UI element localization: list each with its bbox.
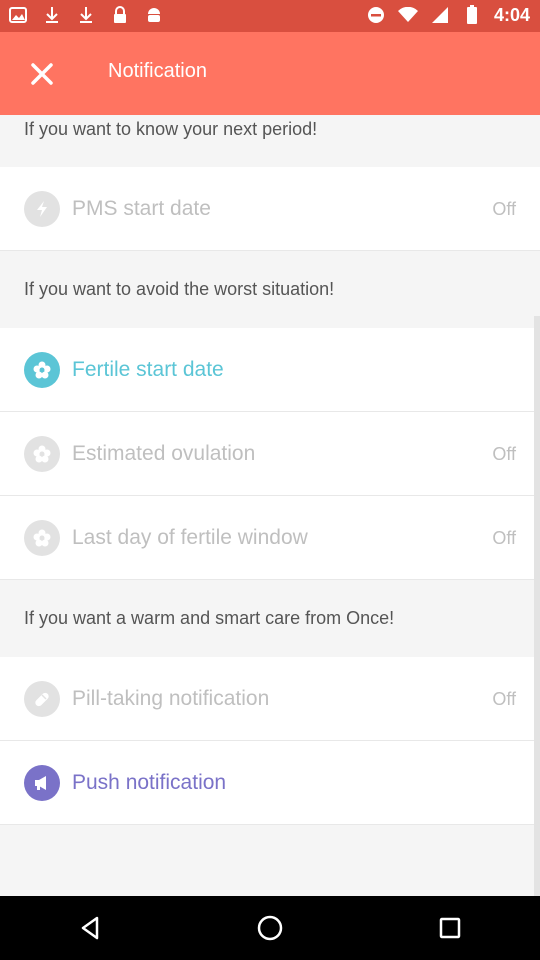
scrollbar[interactable]: [534, 316, 540, 896]
android-icon: [144, 4, 164, 26]
row-pill-taking-notification[interactable]: Pill-taking notification Off: [0, 657, 540, 741]
signal-icon: [430, 4, 450, 26]
do-not-disturb-icon: [366, 4, 386, 26]
section-header: If you want a warm and smart care from O…: [0, 580, 540, 657]
row-label: PMS start date: [72, 197, 211, 220]
close-icon: [31, 63, 53, 85]
row-state[interactable]: Off: [492, 496, 516, 580]
home-button[interactable]: [240, 898, 300, 958]
flower-icon: [24, 436, 60, 472]
row-pms-start-date[interactable]: PMS start date Off: [0, 167, 540, 251]
recents-icon: [439, 917, 461, 939]
flower-icon: [24, 520, 60, 556]
row-label: Push notification: [72, 771, 227, 794]
status-right-icons: 4:04: [366, 4, 530, 26]
row-push-notification[interactable]: Push notification: [0, 741, 540, 825]
back-icon: [81, 916, 99, 940]
section-header: If you want to avoid the worst situation…: [0, 251, 540, 328]
status-left-icons: [8, 4, 164, 26]
row-label: Pill-taking notification: [72, 687, 270, 710]
row-label: Last day of fertile window: [72, 526, 308, 549]
pill-icon: [24, 681, 60, 717]
navigation-bar: [0, 896, 540, 960]
row-last-day-of-fertile-window[interactable]: Last day of fertile window Off: [0, 496, 540, 580]
notification-settings-list[interactable]: If you want to know your next period! PM…: [0, 115, 540, 896]
status-bar: 4:04: [0, 0, 540, 32]
wifi-icon: [397, 4, 418, 26]
row-label: Fertile start date: [72, 358, 224, 381]
page-title: Notification: [108, 60, 207, 82]
flower-icon: [24, 352, 60, 388]
row-estimated-ovulation[interactable]: Estimated ovulation Off: [0, 412, 540, 496]
row-fertile-start-date[interactable]: Fertile start date: [0, 328, 540, 412]
bolt-icon: [24, 191, 60, 227]
close-button[interactable]: [18, 50, 66, 98]
home-icon: [257, 915, 283, 941]
section-header: If you want to know your next period!: [0, 115, 540, 167]
row-label: Estimated ovulation: [72, 442, 256, 465]
recents-button[interactable]: [420, 898, 480, 958]
download-icon: [76, 4, 96, 26]
battery-icon: [462, 4, 482, 26]
back-button[interactable]: [60, 898, 120, 958]
lock-icon: [110, 4, 130, 26]
status-time: 4:04: [493, 4, 530, 25]
megaphone-icon: [24, 765, 60, 801]
row-state[interactable]: Off: [492, 412, 516, 496]
download-icon: [42, 4, 62, 26]
photo-icon: [8, 4, 28, 26]
row-state[interactable]: Off: [492, 657, 516, 741]
app-bar: Notification: [0, 32, 540, 115]
row-state[interactable]: Off: [492, 167, 516, 251]
